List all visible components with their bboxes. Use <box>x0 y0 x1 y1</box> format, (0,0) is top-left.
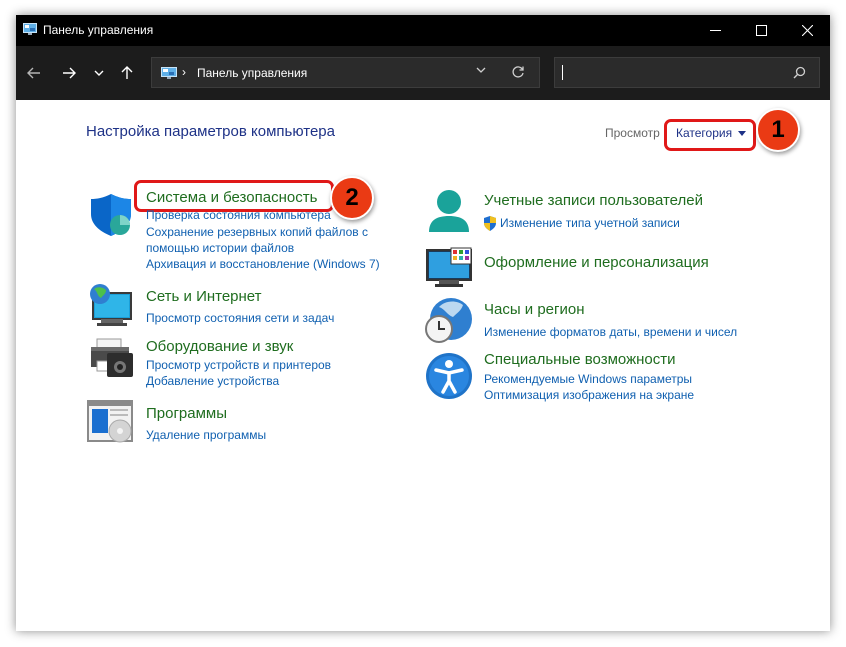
content-area: Настройка параметров компьютера Просмотр… <box>16 100 830 631</box>
breadcrumb-separator-icon: › <box>182 65 186 79</box>
category-accessibility-title[interactable]: Специальные возможности <box>484 351 676 368</box>
recent-locations-button[interactable] <box>86 60 112 86</box>
accessibility-icon <box>426 353 472 399</box>
category-network-title[interactable]: Сеть и Интернет <box>146 288 262 305</box>
maximize-button[interactable] <box>738 15 784 46</box>
user-accounts-icon <box>429 190 469 232</box>
close-button[interactable] <box>784 15 830 46</box>
window-title: Панель управления <box>43 23 154 37</box>
minimize-icon <box>709 30 721 31</box>
link-optimize-display[interactable]: Оптимизация изображения на экране <box>484 387 694 403</box>
category-appearance-title[interactable]: Оформление и персонализация <box>484 254 709 271</box>
link-add-device[interactable]: Добавление устройства <box>146 373 279 389</box>
category-programs-title[interactable]: Программы <box>146 405 227 422</box>
uac-shield-icon <box>484 216 496 231</box>
chevron-down-icon <box>94 70 104 76</box>
link-devices-printers[interactable]: Просмотр устройств и принтеров <box>146 357 331 373</box>
category-clock-title[interactable]: Часы и регион <box>484 301 585 318</box>
address-dropdown-icon[interactable] <box>476 67 486 74</box>
text-cursor <box>562 65 563 80</box>
step-badge-2: 2 <box>330 176 374 220</box>
control-panel-window: Панель управления › Панель управления На… <box>16 15 830 631</box>
arrow-left-icon <box>27 67 40 79</box>
address-text: Панель управления <box>197 66 308 80</box>
search-input[interactable] <box>554 57 820 88</box>
search-icon[interactable] <box>793 66 806 79</box>
address-bar[interactable]: › Панель управления <box>151 57 540 88</box>
link-file-history-1[interactable]: Сохранение резервных копий файлов с <box>146 224 368 240</box>
link-change-account-type[interactable]: Изменение типа учетной записи <box>500 215 680 231</box>
programs-icon <box>87 400 133 443</box>
control-panel-icon <box>161 67 177 79</box>
maximize-icon <box>755 25 767 36</box>
forward-button[interactable] <box>56 60 82 86</box>
link-file-history-2[interactable]: помощью истории файлов <box>146 240 294 256</box>
control-panel-icon <box>23 23 37 35</box>
link-recommended-settings[interactable]: Рекомендуемые Windows параметры <box>484 371 692 387</box>
refresh-icon[interactable] <box>511 65 525 79</box>
view-by-label: Просмотр <box>605 126 660 140</box>
shield-icon <box>91 194 131 236</box>
minimize-button[interactable] <box>692 15 738 46</box>
arrow-up-icon <box>121 66 133 79</box>
link-check-status[interactable]: Проверка состояния компьютера <box>146 207 331 223</box>
navigation-bar: › Панель управления <box>16 46 830 100</box>
highlight-box-view <box>664 119 756 151</box>
link-uninstall-program[interactable]: Удаление программы <box>146 427 266 443</box>
appearance-icon <box>426 247 472 287</box>
printer-icon <box>91 338 133 377</box>
link-network-status[interactable]: Просмотр состояния сети и задач <box>146 310 334 326</box>
category-accounts-title[interactable]: Учетные записи пользователей <box>484 192 703 209</box>
category-hardware-title[interactable]: Оборудование и звук <box>146 338 293 355</box>
network-globe-icon <box>90 284 132 326</box>
title-bar: Панель управления <box>16 15 830 46</box>
clock-globe-icon <box>425 298 472 343</box>
page-title: Настройка параметров компьютера <box>86 123 335 140</box>
step-badge-1: 1 <box>756 108 800 152</box>
up-button[interactable] <box>114 60 140 86</box>
arrow-right-icon <box>63 67 76 79</box>
back-button[interactable] <box>21 60 47 86</box>
link-backup-restore[interactable]: Архивация и восстановление (Windows 7) <box>146 256 380 272</box>
link-date-formats[interactable]: Изменение форматов даты, времени и чисел <box>484 324 737 340</box>
close-icon <box>801 25 813 36</box>
